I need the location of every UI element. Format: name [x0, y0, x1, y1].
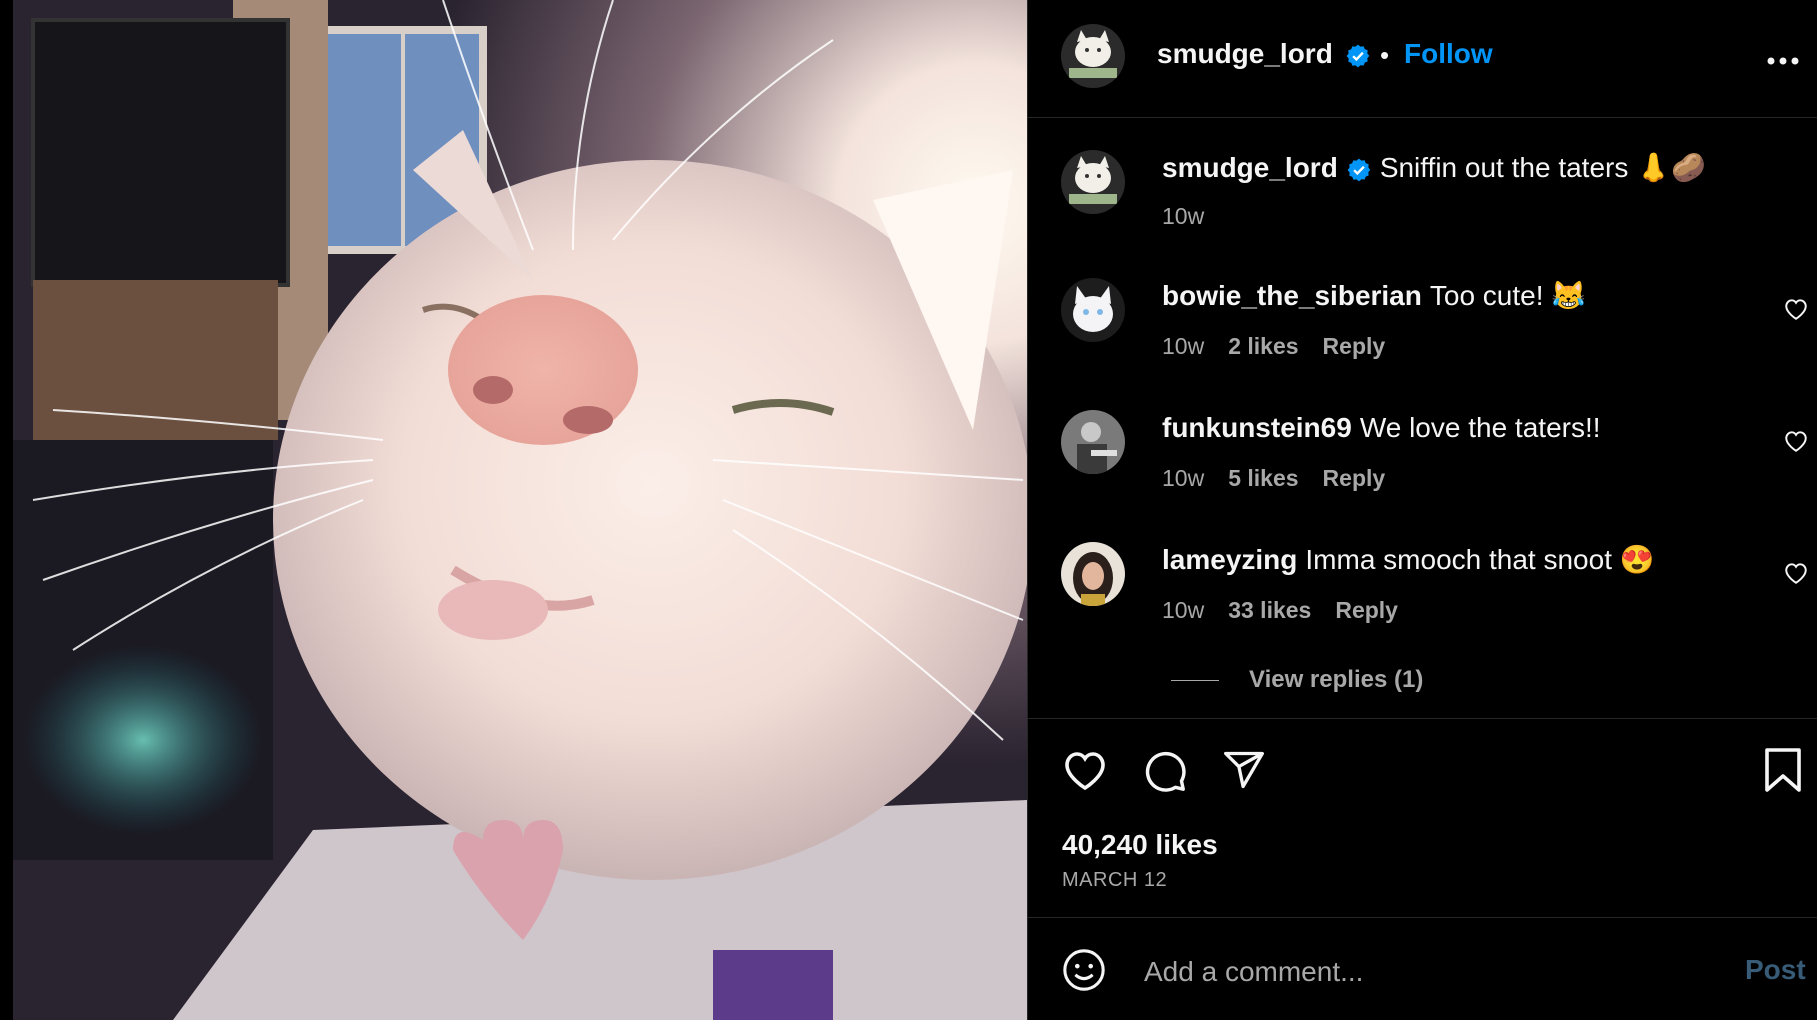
comment-meta: 10w 2 likes Reply: [1162, 333, 1409, 360]
likes-count[interactable]: 40,240 likes: [1062, 829, 1218, 861]
comment-box-divider: [1028, 917, 1817, 918]
view-replies-button[interactable]: View replies (1): [1249, 666, 1423, 694]
comment-username[interactable]: lameyzing: [1162, 544, 1297, 575]
more-options-button[interactable]: [1766, 42, 1800, 73]
reply-button[interactable]: Reply: [1323, 465, 1386, 491]
caption-avatar[interactable]: [1061, 150, 1125, 214]
comment-item: funkunstein69 We love the taters!!: [1162, 411, 1601, 445]
comment-like-icon[interactable]: [1783, 297, 1809, 321]
post-date: MARCH 12: [1062, 869, 1168, 891]
comment-item: lameyzing Imma smooch that snoot 😍: [1162, 543, 1655, 577]
caption-time[interactable]: 10w: [1162, 203, 1204, 229]
comment-username[interactable]: bowie_the_siberian: [1162, 280, 1422, 311]
share-icon[interactable]: [1221, 748, 1267, 792]
comment-time[interactable]: 10w: [1162, 465, 1204, 491]
comment-like-icon[interactable]: [1783, 561, 1809, 585]
comment-username[interactable]: funkunstein69: [1162, 412, 1352, 443]
comment-item: bowie_the_siberian Too cute! 😹: [1162, 279, 1586, 313]
comment-meta: 10w 5 likes Reply: [1162, 465, 1409, 492]
add-comment-input[interactable]: [1142, 950, 1666, 994]
comment-avatar[interactable]: [1061, 278, 1125, 342]
header-separator: •: [1380, 40, 1390, 70]
emoji-icon[interactable]: [1061, 947, 1107, 993]
comment-time[interactable]: 10w: [1162, 333, 1204, 359]
replies-divider: [1171, 680, 1219, 681]
follow-button[interactable]: Follow: [1404, 38, 1493, 70]
comment-avatar[interactable]: [1061, 542, 1125, 606]
verified-icon: [1347, 158, 1371, 181]
comment-text: Too cute! 😹: [1429, 280, 1587, 311]
caption-text: Sniffin out the taters 👃🥔: [1379, 152, 1706, 183]
comment-like-icon[interactable]: [1783, 429, 1809, 453]
more-icon: [1767, 57, 1799, 65]
comment-text: Imma smooch that snoot 😍: [1305, 544, 1655, 575]
comment-likes[interactable]: 5 likes: [1228, 465, 1298, 491]
caption-username[interactable]: smudge_lord: [1162, 152, 1338, 183]
comment-text: We love the taters!!: [1359, 412, 1601, 443]
caption-meta: 10w: [1162, 203, 1228, 230]
header-username[interactable]: smudge_lord: [1157, 38, 1371, 70]
reply-button[interactable]: Reply: [1335, 597, 1398, 623]
comment-likes[interactable]: 33 likes: [1228, 597, 1311, 623]
author-avatar[interactable]: [1061, 24, 1125, 88]
actions-divider: [1028, 718, 1817, 719]
verified-icon: [1346, 44, 1369, 67]
heart-icon[interactable]: [1061, 748, 1109, 792]
comment-meta: 10w 33 likes Reply: [1162, 597, 1422, 624]
bookmark-icon[interactable]: [1763, 748, 1803, 792]
reply-button[interactable]: Reply: [1323, 333, 1386, 359]
post-photo: [13, 0, 1027, 1020]
header-username-text[interactable]: smudge_lord: [1157, 38, 1333, 69]
comment-likes[interactable]: 2 likes: [1228, 333, 1298, 359]
post-comment-button[interactable]: Post: [1745, 954, 1806, 986]
post-panel: smudge_lord • Follow smudge_lord Sniffin…: [1027, 0, 1817, 1020]
comment-avatar[interactable]: [1061, 410, 1125, 474]
post-header: smudge_lord • Follow: [1028, 0, 1817, 118]
caption: smudge_lord Sniffin out the taters 👃🥔: [1162, 151, 1706, 185]
comment-icon[interactable]: [1142, 748, 1188, 794]
comment-time[interactable]: 10w: [1162, 597, 1204, 623]
